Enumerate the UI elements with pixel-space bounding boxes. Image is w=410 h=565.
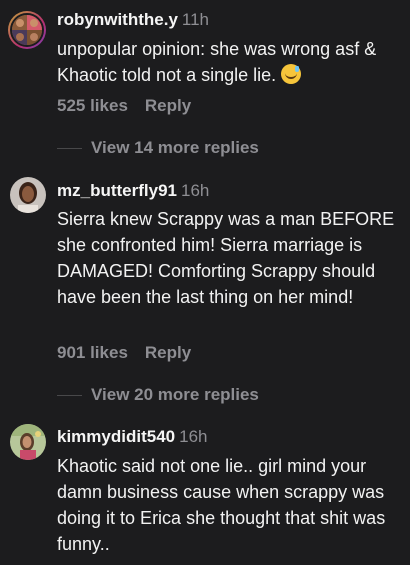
view-more-replies-button[interactable]: View 14 more replies [57, 138, 259, 158]
comment-text: Sierra knew Scrappy was a man BEFORE she… [57, 206, 402, 310]
divider-line [57, 147, 82, 149]
comment-header: robynwiththe.y 11h [57, 10, 209, 30]
username[interactable]: robynwiththe.y [57, 10, 178, 29]
comment-header: mz_butterfly91 16h [57, 181, 209, 201]
sweat-smile-emoji-icon [281, 64, 302, 84]
avatar[interactable] [8, 11, 46, 49]
divider-line [57, 394, 82, 396]
username[interactable]: kimmydidit540 [57, 427, 175, 446]
comment-text: unpopular opinion: she was wrong asf & K… [57, 36, 402, 88]
view-more-replies-label: View 20 more replies [91, 385, 259, 404]
comment-header: kimmydidit540 16h [57, 427, 207, 447]
username[interactable]: mz_butterfly91 [57, 181, 177, 200]
likes-count[interactable]: 901 likes [57, 343, 128, 362]
avatar-image [12, 15, 42, 45]
comment-text-content: Khaotic said not one lie.. girl mind you… [57, 456, 386, 554]
comment-actions: 525 likes Reply [57, 96, 191, 116]
view-more-replies-button[interactable]: View 20 more replies [57, 385, 259, 405]
comment-actions: 901 likes Reply [57, 343, 191, 363]
comment-text-content: unpopular opinion: she was wrong asf & K… [57, 39, 377, 85]
reply-button[interactable]: Reply [145, 96, 191, 115]
timestamp: 16h [179, 427, 208, 446]
likes-count[interactable]: 525 likes [57, 96, 128, 115]
view-more-replies-label: View 14 more replies [91, 138, 259, 157]
timestamp: 16h [180, 181, 210, 200]
comment-text: Khaotic said not one lie.. girl mind you… [57, 453, 402, 557]
reply-button[interactable]: Reply [145, 343, 191, 362]
comment-text-content: Sierra knew Scrappy was a man BEFORE she… [57, 209, 395, 307]
avatar[interactable] [10, 177, 46, 213]
avatar-image [10, 424, 46, 460]
timestamp: 11h [181, 10, 210, 29]
avatar[interactable] [10, 424, 46, 460]
avatar-image [10, 177, 46, 213]
